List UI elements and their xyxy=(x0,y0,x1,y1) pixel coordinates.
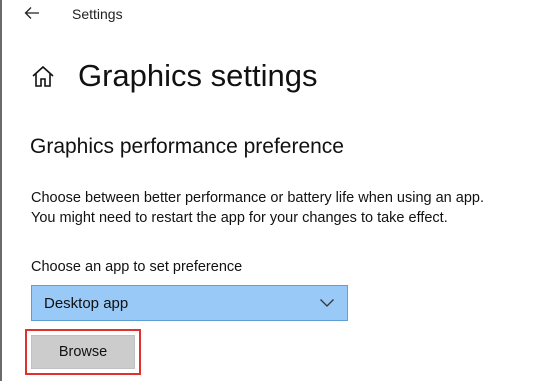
chevron-down-icon xyxy=(320,299,334,307)
description-line-2: You might need to restart the app for yo… xyxy=(31,210,448,226)
section-title: Graphics performance preference xyxy=(30,135,344,158)
home-icon xyxy=(32,65,54,87)
window-title: Settings xyxy=(72,6,123,22)
settings-window: Settings Graphics settings Graphics perf… xyxy=(0,0,550,381)
app-type-selected-value: Desktop app xyxy=(44,295,129,312)
back-button[interactable] xyxy=(18,2,46,24)
description-line-1: Choose between better performance or bat… xyxy=(31,190,484,206)
section-description: Choose between better performance or bat… xyxy=(31,188,546,228)
page-title: Graphics settings xyxy=(78,58,318,93)
browse-button[interactable]: Browse xyxy=(31,335,135,369)
app-select-label: Choose an app to set preference xyxy=(31,259,243,275)
back-arrow-icon xyxy=(24,7,39,19)
app-type-dropdown[interactable]: Desktop app xyxy=(31,285,348,321)
